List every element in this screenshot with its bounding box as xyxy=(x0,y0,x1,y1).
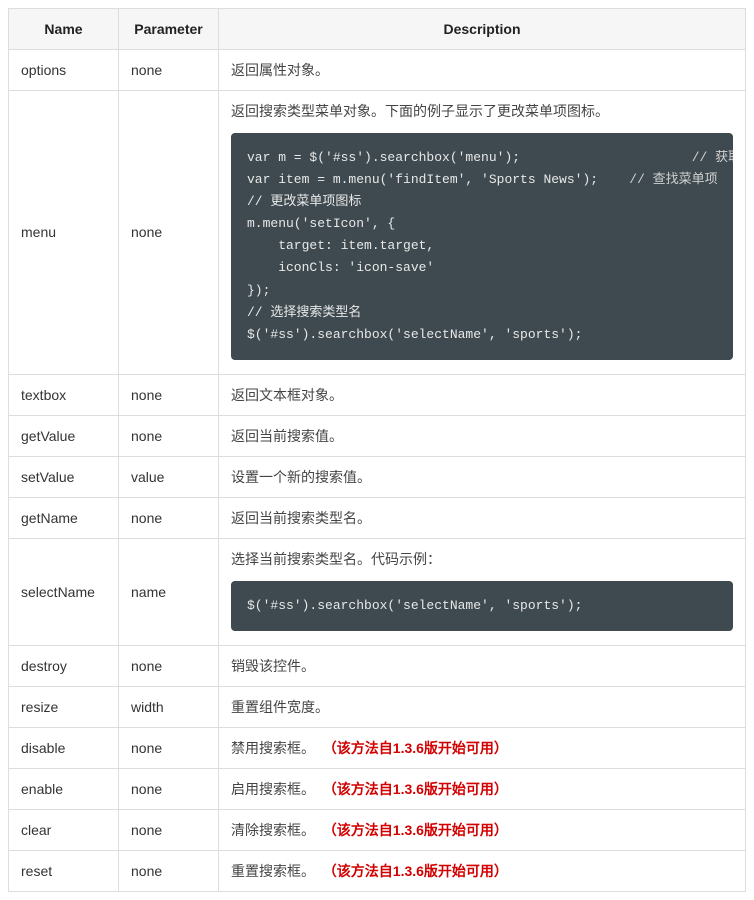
cell-parameter: none xyxy=(119,91,219,375)
code-line: var m = $('#ss').searchbox('menu'); // 获… xyxy=(247,147,717,169)
cell-parameter: name xyxy=(119,538,219,645)
table-row: resetnone重置搜索框。 （该方法自1.3.6版开始可用） xyxy=(9,850,746,891)
cell-parameter: none xyxy=(119,50,219,91)
description-text: 重置组件宽度。 xyxy=(231,699,329,715)
cell-parameter: none xyxy=(119,497,219,538)
cell-name: clear xyxy=(9,809,119,850)
description-text: 启用搜索框。 xyxy=(231,781,315,797)
cell-parameter: none xyxy=(119,768,219,809)
cell-parameter: none xyxy=(119,850,219,891)
version-note: （该方法自1.3.6版开始可用） xyxy=(323,822,508,838)
cell-description: 重置搜索框。 （该方法自1.3.6版开始可用） xyxy=(219,850,746,891)
methods-table: Name Parameter Description optionsnone返回… xyxy=(8,8,746,892)
description-text: 选择当前搜索类型名。代码示例： xyxy=(231,549,733,569)
code-line: target: item.target, xyxy=(247,235,717,257)
description-text: 返回搜索类型菜单对象。下面的例子显示了更改菜单项图标。 xyxy=(231,101,733,121)
cell-parameter: none xyxy=(119,374,219,415)
description-text: 返回当前搜索类型名。 xyxy=(231,510,371,526)
cell-description: 返回搜索类型菜单对象。下面的例子显示了更改菜单项图标。 var m = $('#s… xyxy=(219,91,746,375)
cell-description: 返回当前搜索类型名。 xyxy=(219,497,746,538)
description-text: 返回属性对象。 xyxy=(231,62,329,78)
cell-description: 选择当前搜索类型名。代码示例： $('#ss').searchbox('selec… xyxy=(219,538,746,645)
cell-description: 清除搜索框。 （该方法自1.3.6版开始可用） xyxy=(219,809,746,850)
table-row: getNamenone 返回当前搜索类型名。 xyxy=(9,497,746,538)
code-line: var item = m.menu('findItem', 'Sports Ne… xyxy=(247,169,717,191)
cell-name: menu xyxy=(9,91,119,375)
cell-name: destroy xyxy=(9,645,119,686)
header-description: Description xyxy=(219,9,746,50)
cell-name: options xyxy=(9,50,119,91)
header-name: Name xyxy=(9,9,119,50)
cell-description: 销毁该控件。 xyxy=(219,645,746,686)
code-line: iconCls: 'icon-save' xyxy=(247,257,717,279)
table-row: getValuenone 返回当前搜索值。 xyxy=(9,415,746,456)
cell-parameter: none xyxy=(119,415,219,456)
cell-name: textbox xyxy=(9,374,119,415)
description-text: 返回文本框对象。 xyxy=(231,387,343,403)
cell-name: selectName xyxy=(9,538,119,645)
table-header-row: Name Parameter Description xyxy=(9,9,746,50)
description-text: 销毁该控件。 xyxy=(231,658,315,674)
cell-name: disable xyxy=(9,727,119,768)
cell-name: reset xyxy=(9,850,119,891)
cell-description: 返回当前搜索值。 xyxy=(219,415,746,456)
version-note: （该方法自1.3.6版开始可用） xyxy=(323,740,508,756)
code-block: $('#ss').searchbox('selectName', 'sports… xyxy=(231,581,733,631)
code-comment: // 查找菜单项 xyxy=(629,172,717,187)
version-note: （该方法自1.3.6版开始可用） xyxy=(323,781,508,797)
table-row: resizewidth 重置组件宽度。 xyxy=(9,686,746,727)
cell-parameter: none xyxy=(119,809,219,850)
cell-description: 启用搜索框。 （该方法自1.3.6版开始可用） xyxy=(219,768,746,809)
description-text: 禁用搜索框。 xyxy=(231,740,315,756)
cell-description: 禁用搜索框。 （该方法自1.3.6版开始可用） xyxy=(219,727,746,768)
cell-description: 设置一个新的搜索值。 xyxy=(219,456,746,497)
code-line: $('#ss').searchbox('selectName', 'sports… xyxy=(247,595,717,617)
table-row: clearnone清除搜索框。 （该方法自1.3.6版开始可用） xyxy=(9,809,746,850)
cell-name: setValue xyxy=(9,456,119,497)
cell-name: resize xyxy=(9,686,119,727)
table-row: optionsnone 返回属性对象。 xyxy=(9,50,746,91)
table-row: disablenone禁用搜索框。 （该方法自1.3.6版开始可用） xyxy=(9,727,746,768)
code-block: var m = $('#ss').searchbox('menu'); // 获… xyxy=(231,133,733,360)
cell-parameter: none xyxy=(119,727,219,768)
cell-description: 返回文本框对象。 xyxy=(219,374,746,415)
description-text: 重置搜索框。 xyxy=(231,863,315,879)
cell-name: getName xyxy=(9,497,119,538)
code-comment: // 获取菜单项 xyxy=(692,150,733,165)
cell-parameter: none xyxy=(119,645,219,686)
description-text: 设置一个新的搜索值。 xyxy=(231,469,371,485)
cell-parameter: value xyxy=(119,456,219,497)
code-line: // 更改菜单项图标 xyxy=(247,191,717,213)
cell-name: enable xyxy=(9,768,119,809)
cell-description: 重置组件宽度。 xyxy=(219,686,746,727)
version-note: （该方法自1.3.6版开始可用） xyxy=(323,863,508,879)
code-line: }); xyxy=(247,280,717,302)
table-row: enablenone启用搜索框。 （该方法自1.3.6版开始可用） xyxy=(9,768,746,809)
description-text: 返回当前搜索值。 xyxy=(231,428,343,444)
cell-parameter: width xyxy=(119,686,219,727)
code-line: $('#ss').searchbox('selectName', 'sports… xyxy=(247,324,717,346)
table-row: selectNamename 选择当前搜索类型名。代码示例： $('#ss').se… xyxy=(9,538,746,645)
description-text: 清除搜索框。 xyxy=(231,822,315,838)
table-row: destroynone 销毁该控件。 xyxy=(9,645,746,686)
code-line: // 选择搜索类型名 xyxy=(247,302,717,324)
table-row: textboxnone 返回文本框对象。 xyxy=(9,374,746,415)
header-parameter: Parameter xyxy=(119,9,219,50)
table-row: menunone 返回搜索类型菜单对象。下面的例子显示了更改菜单项图标。 var m… xyxy=(9,91,746,375)
cell-name: getValue xyxy=(9,415,119,456)
table-row: setValuevalue 设置一个新的搜索值。 xyxy=(9,456,746,497)
cell-description: 返回属性对象。 xyxy=(219,50,746,91)
code-line: m.menu('setIcon', { xyxy=(247,213,717,235)
